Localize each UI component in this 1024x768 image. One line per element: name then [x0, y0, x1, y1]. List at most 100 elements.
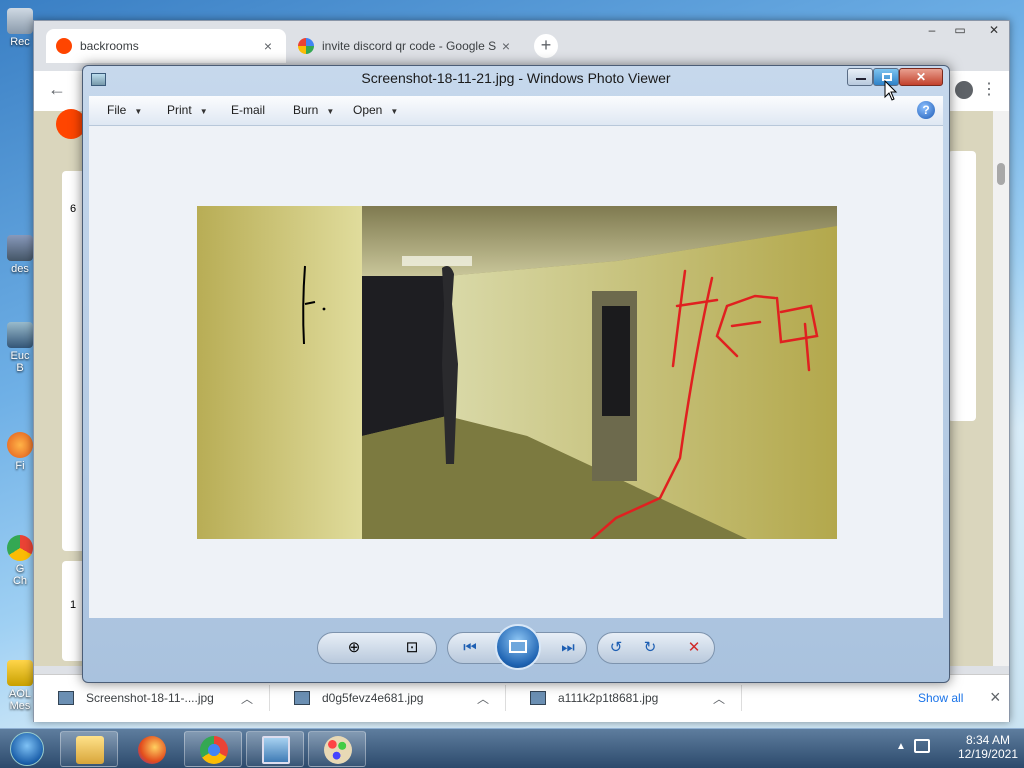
clock-time: 8:34 AM [965, 733, 1010, 747]
vote-count: 6 [70, 203, 77, 215]
image-canvas [89, 126, 943, 618]
chevron-up-icon[interactable]: ︿ [241, 690, 253, 707]
tab-discord-search[interactable]: invite discord qr code - Google S × [288, 29, 524, 63]
taskbar-firefox[interactable] [122, 731, 180, 767]
menu-burn[interactable]: Burn ▼ [293, 103, 334, 117]
desktop-icon-label: des [11, 263, 29, 275]
aol-messenger-icon [7, 660, 33, 686]
image-file-icon [294, 691, 310, 705]
firefox-icon [7, 432, 33, 458]
desktop-icon-label: G Ch [12, 563, 28, 587]
firefox-icon [138, 736, 166, 764]
minimize-icon[interactable]: – [920, 23, 944, 41]
folder-icon [76, 736, 104, 764]
menu-email[interactable]: E-mail [231, 103, 265, 117]
windows-logo-icon [10, 732, 44, 766]
start-button[interactable] [4, 729, 50, 768]
image-file-icon [58, 691, 74, 705]
viewer-menubar: File ▼ Print ▼ E-mail Burn ▼ Open ▼ ? [89, 96, 943, 126]
tab-backrooms[interactable]: backrooms × [46, 29, 286, 63]
desktop-icon-label: Euc B [10, 350, 30, 374]
desktop-icon-label: Fi [15, 460, 25, 472]
menu-print[interactable]: Print ▼ [167, 103, 208, 117]
menu-label: Open [353, 103, 383, 117]
photo-viewer-icon [262, 736, 290, 764]
menu-open[interactable]: Open ▼ [353, 103, 398, 117]
sidebar-card [948, 151, 976, 421]
chrome-icon [7, 535, 33, 561]
taskbar: ▲ 8:34 AM 12/19/2021 [0, 728, 1024, 768]
back-icon[interactable]: ← [48, 79, 66, 100]
desktop-shortcut-icon [7, 235, 33, 261]
dropdown-arrow-icon: ▼ [326, 107, 335, 116]
clock-date: 12/19/2021 [957, 747, 1018, 761]
vote-count: 1 [70, 599, 77, 611]
desktop-shortcut-icon [7, 322, 33, 348]
desktop-icon-label: AOL Mes [8, 688, 31, 712]
download-item[interactable]: Screenshot-18-11-....jpg ︿ [34, 685, 270, 711]
desktop-icon-chrome[interactable]: G Ch [4, 535, 36, 587]
scrollbar[interactable] [993, 111, 1009, 666]
profile-icon[interactable] [955, 81, 973, 99]
minimize-button[interactable] [847, 68, 873, 86]
dropdown-arrow-icon: ▼ [199, 107, 208, 116]
tab-strip: backrooms × invite discord qr code - Goo… [34, 21, 1009, 71]
help-icon[interactable]: ? [917, 101, 935, 119]
next-icon[interactable]: ⏭ [557, 638, 579, 658]
download-filename: Screenshot-18-11-....jpg [86, 691, 214, 705]
menu-label: File [107, 103, 127, 117]
clock[interactable]: 8:34 AM 12/19/2021 [958, 733, 1018, 761]
previous-icon[interactable]: ⏮ [459, 638, 481, 658]
scrollbar-thumb[interactable] [997, 163, 1005, 185]
chevron-up-icon[interactable]: ︿ [713, 690, 725, 707]
recycle-bin-icon [7, 8, 33, 34]
close-shelf-icon[interactable]: × [990, 687, 1001, 708]
download-filename: a111k2p1t8681.jpg [558, 691, 659, 705]
paint-palette-icon [324, 736, 352, 764]
tray-show-hidden-icon[interactable]: ▲ [896, 741, 906, 752]
mouse-cursor-icon [884, 80, 898, 101]
rotate-right-icon[interactable]: ↻ [639, 638, 661, 658]
slideshow-icon [509, 640, 527, 653]
menu-label: E-mail [231, 103, 266, 117]
desktop-icon-aol[interactable]: AOL Mes [4, 660, 36, 712]
desktop-icon-label: Rec [10, 36, 30, 48]
image-file-icon [530, 691, 546, 705]
window-title: Screenshot-18-11-21.jpg - Windows Photo … [361, 70, 671, 86]
close-icon[interactable]: ✕ [982, 23, 1006, 41]
backrooms-photo [197, 206, 837, 539]
download-item[interactable]: d0g5fevz4e681.jpg ︿ [270, 685, 506, 711]
desktop-icon-fi[interactable]: Fi [4, 432, 36, 472]
zoom-icon[interactable]: ⊕ [343, 638, 365, 658]
photo-viewer-window: Screenshot-18-11-21.jpg - Windows Photo … [82, 65, 950, 683]
close-icon: ✕ [915, 70, 927, 84]
close-tab-icon[interactable]: × [260, 38, 276, 54]
close-button[interactable]: ✕ [899, 68, 943, 86]
menu-label: Print [167, 103, 192, 117]
taskbar-photo-viewer[interactable] [246, 731, 304, 767]
delete-icon[interactable]: ✕ [683, 638, 705, 658]
desktop-icon-euc[interactable]: Euc B [4, 322, 36, 374]
taskbar-explorer[interactable] [60, 731, 118, 767]
network-icon[interactable] [914, 739, 930, 753]
chrome-icon [200, 736, 228, 764]
kebab-menu-icon[interactable]: ⋮ [981, 79, 997, 99]
taskbar-chrome[interactable] [184, 731, 242, 767]
taskbar-paint[interactable] [308, 731, 366, 767]
download-filename: d0g5fevz4e681.jpg [322, 691, 424, 705]
menu-label: Burn [293, 103, 319, 117]
slideshow-button[interactable] [495, 624, 541, 670]
close-tab-icon[interactable]: × [498, 38, 514, 54]
new-tab-button[interactable]: + [534, 34, 558, 58]
desktop-icon-recycle-bin[interactable]: Rec [4, 8, 36, 48]
actual-size-icon[interactable]: ⊡ [401, 638, 423, 658]
rotate-left-icon[interactable]: ↺ [605, 638, 627, 658]
menu-file[interactable]: File ▼ [107, 103, 142, 117]
desktop-icon-des[interactable]: des [4, 235, 36, 275]
dropdown-arrow-icon: ▼ [134, 107, 143, 116]
download-item[interactable]: a111k2p1t8681.jpg ︿ [506, 685, 742, 711]
maximize-icon[interactable]: ▭ [948, 23, 972, 41]
chevron-up-icon[interactable]: ︿ [477, 690, 489, 707]
google-icon [298, 38, 314, 54]
show-all-link[interactable]: Show all [918, 691, 963, 705]
